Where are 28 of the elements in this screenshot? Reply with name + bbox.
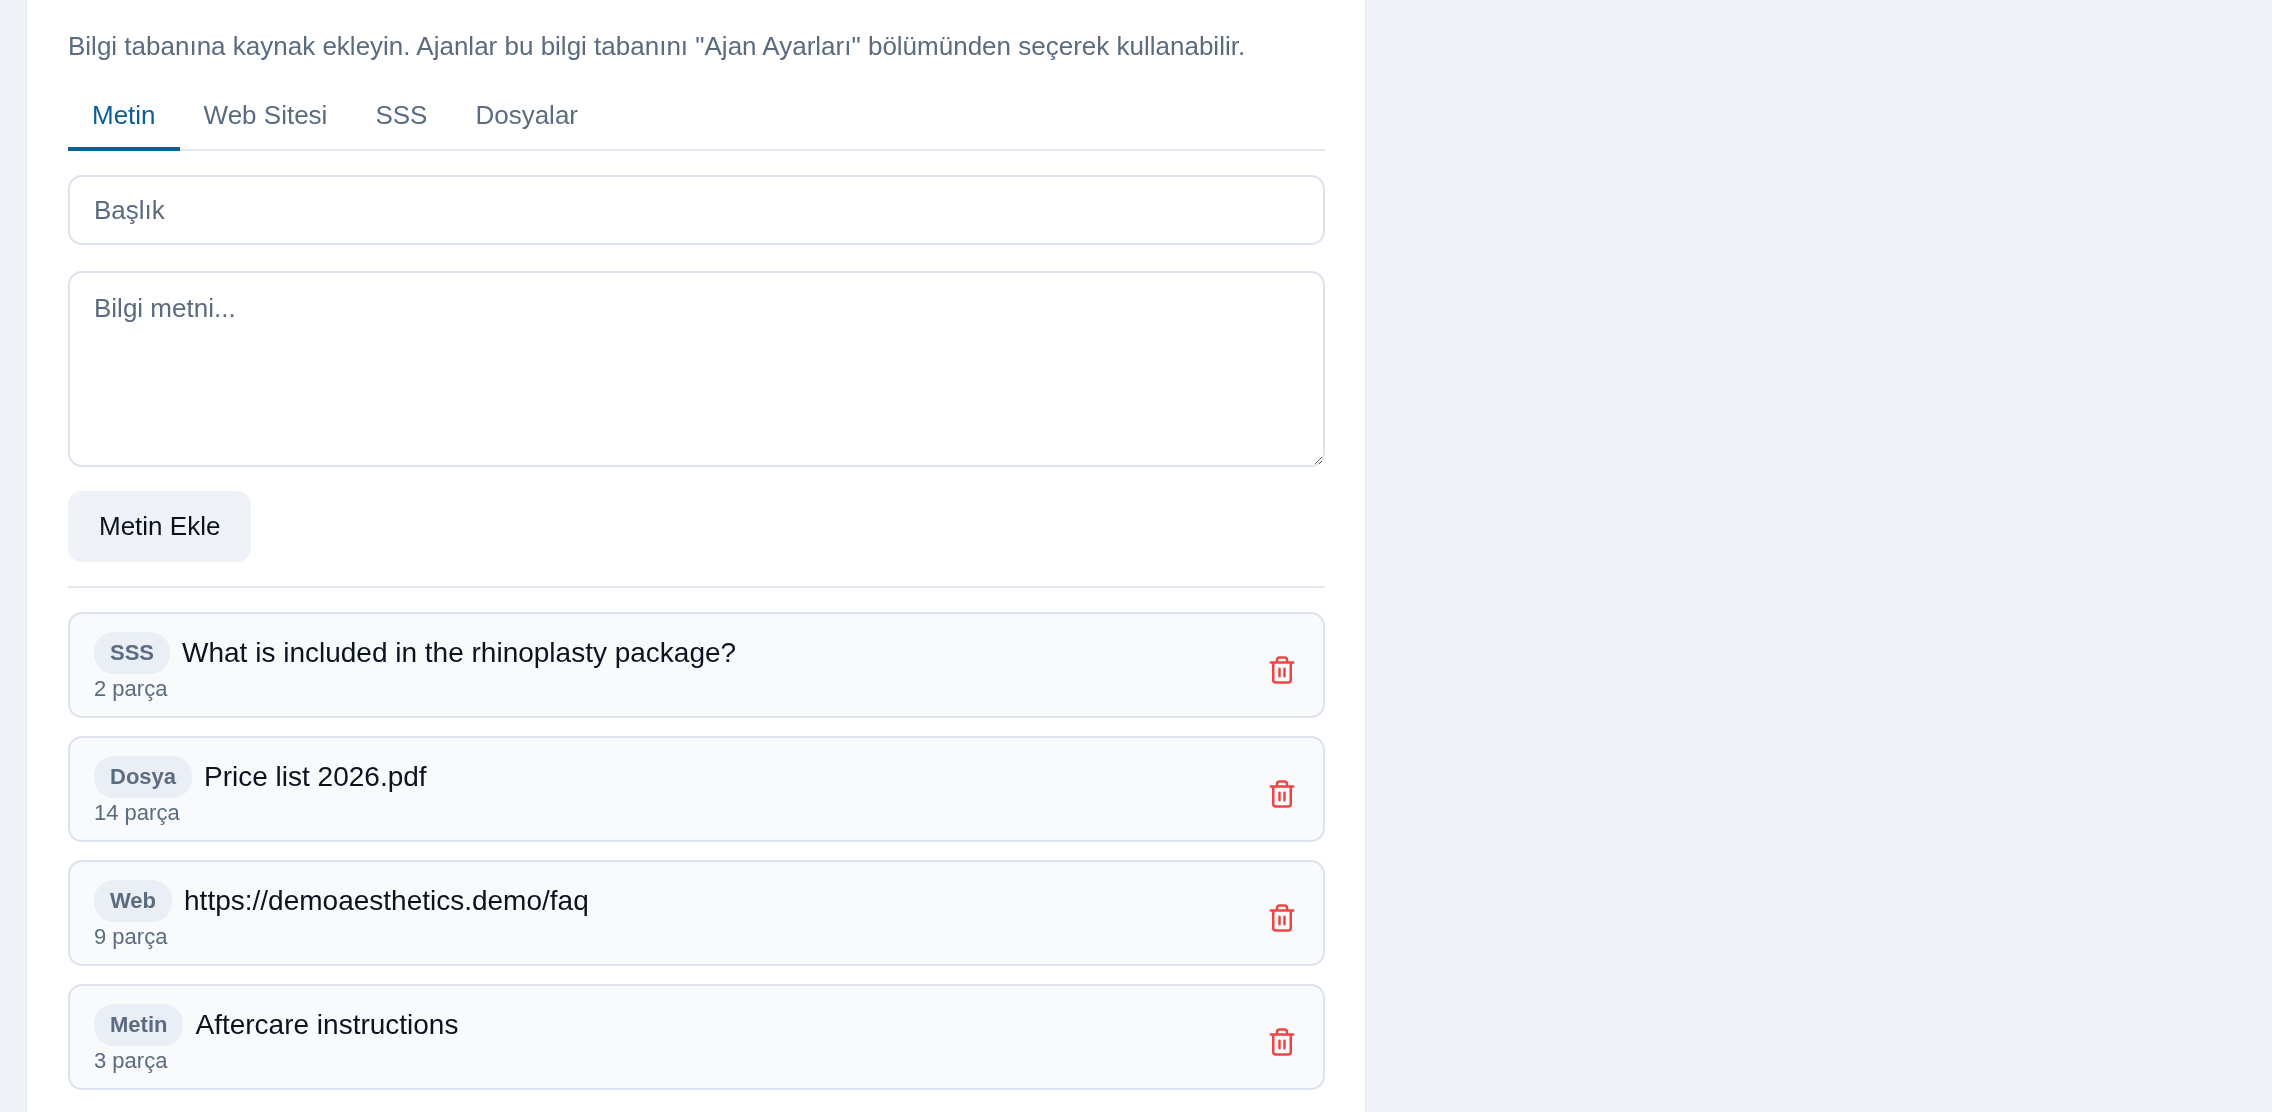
delete-icon <box>1267 1027 1297 1057</box>
source-title: What is included in the rhinoplasty package? <box>182 637 737 669</box>
delete-button[interactable] <box>1267 903 1297 933</box>
delete-icon <box>1267 779 1297 809</box>
source-type-badge: Metin <box>94 1004 184 1046</box>
description-text: Bilgi tabanına kaynak ekleyin. Ajanlar bu bilgi tabanını "Ajan Ayarları" bölümünden seçerek kullanabilir. <box>68 30 1247 63</box>
delete-button[interactable] <box>1267 779 1297 809</box>
chunk-count: 14 parça <box>94 800 181 826</box>
add-text-button[interactable]: Metin Ekle <box>68 491 252 562</box>
text-field[interactable]: Bilgi metni... <box>68 271 1325 467</box>
chunk-count: 2 parça <box>94 676 169 702</box>
tab[interactable]: Metin <box>68 88 180 151</box>
source-type-badge: SSS <box>94 632 171 674</box>
source-type-badge: Web <box>94 880 173 922</box>
source-title: Aftercare instructions <box>195 1009 459 1041</box>
source-title: https://demoaesthetics.demo/faq <box>184 885 589 917</box>
tab[interactable]: Web Sitesi <box>179 88 352 151</box>
chunk-count: 3 parça <box>94 1048 169 1074</box>
title-field[interactable]: Başlık <box>68 175 1325 245</box>
delete-icon <box>1267 655 1297 685</box>
tab[interactable]: Dosyalar <box>451 88 602 151</box>
source-type-badge: Dosya <box>94 756 193 798</box>
delete-button[interactable] <box>1267 1027 1297 1057</box>
delete-icon <box>1267 903 1297 933</box>
source-title: Price list 2026.pdf <box>204 761 427 793</box>
delete-button[interactable] <box>1267 655 1297 685</box>
tab[interactable]: SSS <box>351 88 452 151</box>
chunk-count: 9 parça <box>94 924 169 950</box>
